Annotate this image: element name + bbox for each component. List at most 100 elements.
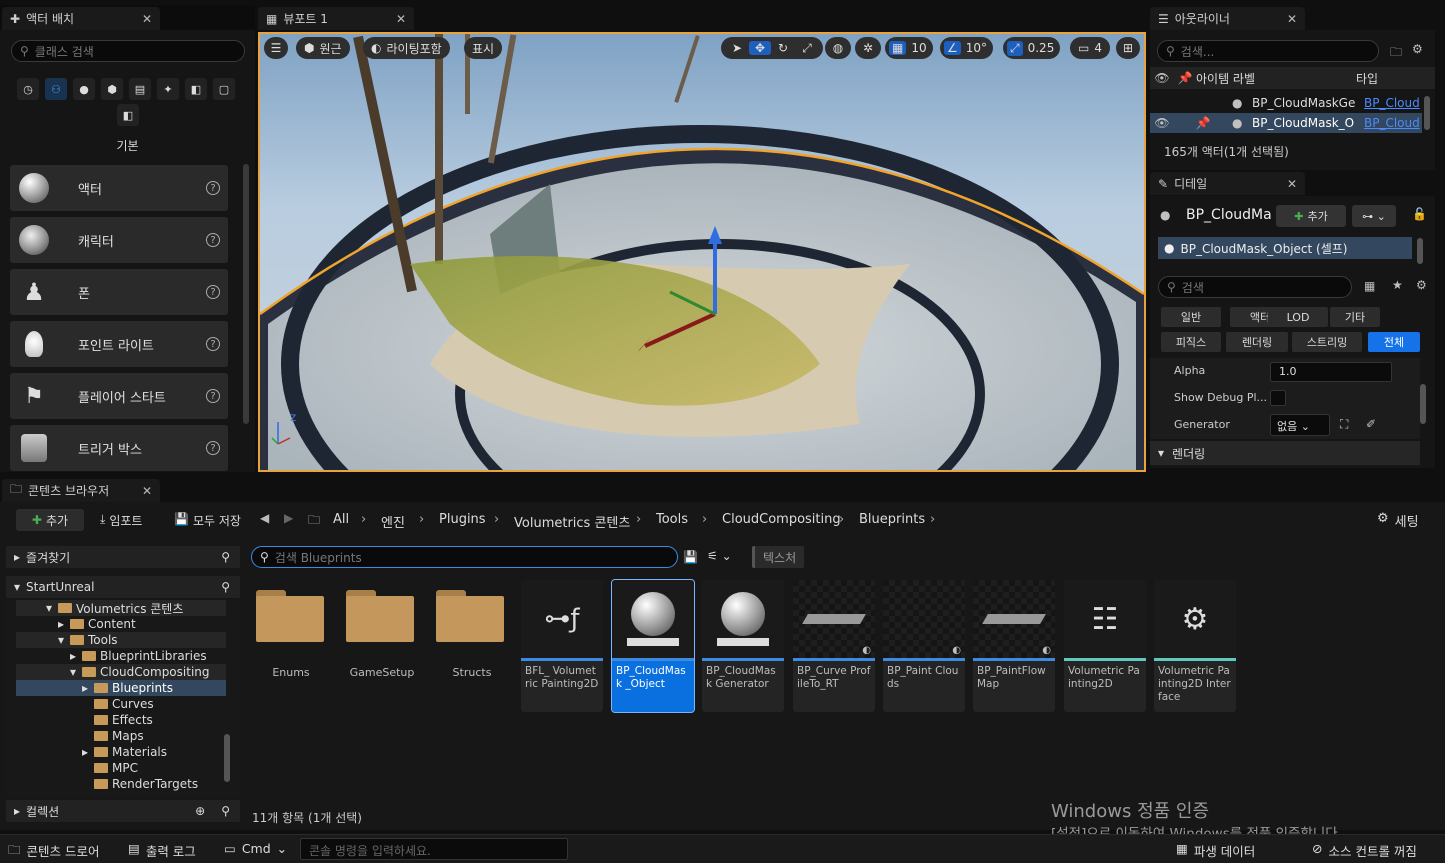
scrollbar[interactable] bbox=[224, 734, 230, 782]
output-log-button[interactable]: ▤ 출력 로그 bbox=[128, 841, 196, 860]
tree-item[interactable]: Maps bbox=[16, 728, 226, 744]
add-folder-icon[interactable]: 🗀 bbox=[1390, 43, 1402, 64]
visual-effects-icon[interactable]: ✦ bbox=[157, 78, 179, 100]
actor-item-character[interactable]: 캐릭터 ? bbox=[10, 217, 228, 263]
scale-snap-button[interactable]: ⤢ 0.25 bbox=[1003, 37, 1061, 59]
breadcrumb-all[interactable]: All bbox=[333, 512, 349, 527]
actor-item-pawn[interactable]: ♟ 폰 ? bbox=[10, 269, 228, 315]
actor-item-point-light[interactable]: 포인트 라이트 ? bbox=[10, 321, 228, 367]
source-control-button[interactable]: ⊘ 소스 컨트롤 꺼짐 bbox=[1312, 841, 1417, 860]
tree-item[interactable]: MPC bbox=[16, 760, 226, 776]
help-icon[interactable]: ? bbox=[206, 285, 220, 299]
settings-button[interactable]: ⚙ 세팅 bbox=[1377, 511, 1419, 530]
light-icon[interactable]: ● bbox=[73, 78, 95, 100]
close-icon[interactable]: ✕ bbox=[142, 12, 152, 26]
rotate-icon[interactable]: ↻ bbox=[771, 41, 795, 55]
search-icon[interactable]: ⚲ bbox=[221, 804, 230, 818]
asset-search-input[interactable]: ⚲ 검색 Blueprints bbox=[251, 546, 678, 568]
favorites-header[interactable]: ▸ 즐겨찾기 ⚲ bbox=[6, 546, 240, 568]
asset-tile[interactable]: ⚙ Volumetric Painting2D Interface bbox=[1154, 580, 1236, 712]
camera-speed-button[interactable]: ▭ 4 bbox=[1070, 37, 1110, 59]
class-search-input[interactable]: ⚲ 클래스 검색 bbox=[11, 40, 245, 62]
generator-select[interactable]: 없음 ⌄ bbox=[1270, 414, 1330, 436]
breadcrumb-engine[interactable]: 엔진 bbox=[381, 512, 405, 531]
help-icon[interactable]: ? bbox=[206, 233, 220, 247]
outliner-row-selected[interactable]: 👁 📌 ● BP_CloudMask_O BP_Cloud bbox=[1150, 113, 1422, 133]
show-debug-checkbox[interactable] bbox=[1270, 390, 1286, 406]
tree-item[interactable]: ▾ CloudCompositing bbox=[16, 664, 226, 680]
scrollbar[interactable] bbox=[243, 164, 249, 424]
actor-item-actor[interactable]: 액터 ? bbox=[10, 165, 228, 211]
tree-item-selected[interactable]: ▸ Blueprints bbox=[16, 680, 226, 696]
actor-item-trigger-box[interactable]: 트리거 박스 ? bbox=[10, 425, 228, 471]
component-row-selected[interactable]: ● BP_CloudMask_Object (셀프) bbox=[1158, 237, 1412, 259]
asset-tile[interactable]: ☷ Volumetric Painting2D bbox=[1064, 580, 1146, 712]
tab-viewport[interactable]: ▦ 뷰포트 1 ✕ bbox=[258, 7, 414, 30]
breadcrumb-plugins[interactable]: Plugins bbox=[439, 512, 486, 527]
layout-button[interactable]: ⊞ bbox=[1116, 37, 1140, 59]
settings-gear-icon[interactable]: ⚙ bbox=[1416, 278, 1427, 292]
all-classes-icon[interactable]: ◧ bbox=[117, 104, 139, 126]
import-button[interactable]: ⤓ 임포트 bbox=[100, 512, 142, 529]
viewport-canvas[interactable]: Z bbox=[258, 32, 1146, 472]
table-view-icon[interactable]: ▦ bbox=[1364, 279, 1375, 293]
column-type[interactable]: 타입 bbox=[1356, 70, 1378, 87]
scale-icon[interactable]: ⤢ bbox=[795, 41, 819, 56]
asset-tile[interactable]: ◐ BP_PaintFlow Map bbox=[973, 580, 1055, 712]
tree-item[interactable]: ▾ Volumetrics 콘텐츠 bbox=[16, 600, 226, 616]
help-icon[interactable]: ? bbox=[206, 181, 220, 195]
tab-place-actors[interactable]: ✚ 액터 배치 ✕ bbox=[2, 7, 160, 30]
asset-tile[interactable]: ◐ BP_Curve ProfileTo_RT bbox=[793, 580, 875, 712]
close-icon[interactable]: ✕ bbox=[396, 12, 406, 26]
tree-item[interactable]: ▸ Content bbox=[16, 616, 226, 632]
tree-item[interactable]: ▸ Materials bbox=[16, 744, 226, 760]
filter-icon[interactable]: ⚟ ⌄ bbox=[707, 549, 732, 563]
world-local-toggle[interactable]: ◍ bbox=[825, 37, 851, 59]
geometry-icon[interactable]: ◧ bbox=[185, 78, 207, 100]
select-icon[interactable]: ➤ bbox=[725, 41, 749, 55]
folder-gamesetup[interactable] bbox=[346, 590, 414, 642]
tab-outliner[interactable]: ☰ 아웃라이너 ✕ bbox=[1150, 7, 1305, 30]
viewport-menu-button[interactable]: ☰ bbox=[264, 37, 288, 59]
section-rendering[interactable]: ▾ 렌더링 bbox=[1150, 441, 1420, 465]
tree-item[interactable]: Curves bbox=[16, 696, 226, 712]
actor-item-player-start[interactable]: ⚑ 플레이어 스타트 ? bbox=[10, 373, 228, 419]
column-item-label[interactable]: 아이템 라벨 bbox=[1196, 70, 1356, 87]
category-general[interactable]: 일반 bbox=[1161, 307, 1221, 327]
search-icon[interactable]: ⚲ bbox=[221, 580, 230, 594]
close-icon[interactable]: ✕ bbox=[1287, 12, 1297, 26]
category-rendering[interactable]: 렌더링 bbox=[1226, 332, 1288, 352]
project-header[interactable]: ▾ StartUnreal ⚲ bbox=[6, 576, 240, 598]
cinematic-icon[interactable]: ▤ bbox=[129, 78, 151, 100]
category-physics[interactable]: 피직스 bbox=[1161, 332, 1221, 352]
show-button[interactable]: 표시 bbox=[464, 37, 503, 59]
back-icon[interactable]: ◀ bbox=[260, 511, 269, 525]
alpha-value-input[interactable]: 1.0 bbox=[1270, 362, 1392, 382]
blueprint-options-button[interactable]: ⊶ ⌄ bbox=[1352, 205, 1396, 227]
scrollbar[interactable] bbox=[1420, 384, 1426, 424]
outliner-search-input[interactable]: ⚲ 검색... bbox=[1157, 40, 1379, 62]
derived-data-button[interactable]: ▦ 파생 데이터 bbox=[1176, 841, 1255, 860]
breadcrumb-tools[interactable]: Tools bbox=[656, 512, 688, 527]
close-icon[interactable]: ✕ bbox=[1287, 177, 1297, 191]
eyedropper-icon[interactable]: ✐ bbox=[1366, 417, 1376, 431]
search-icon[interactable]: ⚲ bbox=[221, 550, 230, 564]
star-icon[interactable]: ★ bbox=[1392, 278, 1403, 292]
content-drawer-button[interactable]: 🗀 콘텐츠 드로어 bbox=[8, 841, 100, 862]
outliner-row[interactable]: ● BP_CloudMaskGe BP_Cloud bbox=[1150, 93, 1422, 113]
close-icon[interactable]: ✕ bbox=[142, 484, 152, 498]
save-search-icon[interactable]: 💾 bbox=[683, 550, 698, 564]
save-all-button[interactable]: 💾 모두 저장 bbox=[174, 512, 241, 529]
pin-icon[interactable]: 📌 bbox=[1174, 71, 1196, 85]
cmd-dropdown[interactable]: ▭ Cmd ⌄ bbox=[224, 841, 287, 856]
asset-tile[interactable]: ◐ BP_Paint Clouds bbox=[883, 580, 965, 712]
shape-icon[interactable]: ⬢ bbox=[101, 78, 123, 100]
filter-chip-texture[interactable]: 텍스처 bbox=[752, 546, 805, 568]
category-lod[interactable]: LOD bbox=[1268, 307, 1328, 327]
category-misc[interactable]: 기타 bbox=[1330, 307, 1380, 327]
asset-tile-selected[interactable]: BP_CloudMask _Object bbox=[611, 579, 695, 713]
asset-tile[interactable]: BP_CloudMask Generator bbox=[702, 580, 784, 712]
tab-content-browser[interactable]: 🗀 콘텐츠 브라우저 ✕ bbox=[2, 479, 160, 502]
collections-header[interactable]: ▸ 컬렉션 ⊕ ⚲ bbox=[6, 800, 240, 822]
rotation-snap-button[interactable]: ∠ 10° bbox=[940, 37, 994, 59]
